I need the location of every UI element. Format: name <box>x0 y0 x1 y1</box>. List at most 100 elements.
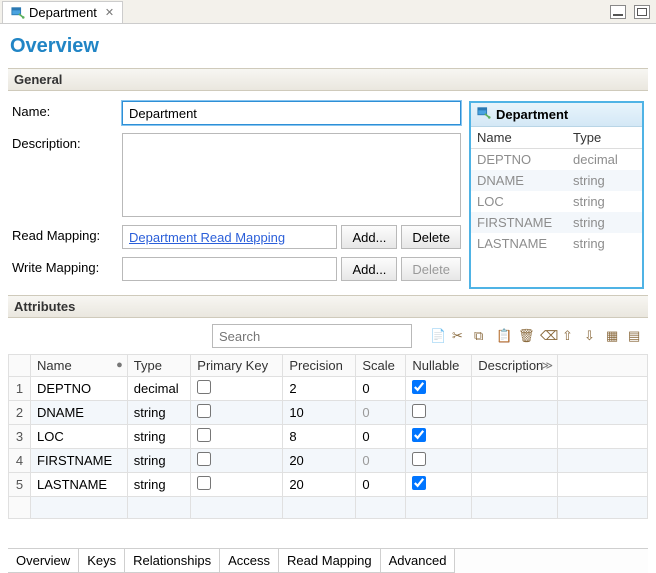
col-name[interactable]: Name● <box>31 355 128 377</box>
cell-name[interactable]: LOC <box>31 425 128 449</box>
side-cell-name: FIRSTNAME <box>471 212 567 233</box>
write-mapping-add-button[interactable]: Add... <box>341 257 397 281</box>
cut-icon[interactable]: ✂ <box>452 328 468 344</box>
cell-description[interactable] <box>472 473 558 497</box>
read-mapping-field[interactable]: Department Read Mapping <box>122 225 337 249</box>
col-primary-key[interactable]: Primary Key <box>191 355 283 377</box>
cell-pk[interactable] <box>191 401 283 425</box>
bottom-tab-overview[interactable]: Overview <box>8 549 79 573</box>
col-description[interactable]: Description ≫ <box>472 355 558 377</box>
read-mapping-add-button[interactable]: Add... <box>341 225 397 249</box>
bottom-tab-access[interactable]: Access <box>219 549 279 573</box>
paste-icon[interactable]: 📋 <box>496 328 512 344</box>
cell-type[interactable]: string <box>127 401 190 425</box>
cell-precision[interactable]: 20 <box>283 473 356 497</box>
cell-nullable[interactable] <box>406 449 472 473</box>
move-up-icon[interactable]: ⇧ <box>562 328 578 344</box>
col-type[interactable]: Type <box>127 355 190 377</box>
bottom-tab-keys[interactable]: Keys <box>78 549 125 573</box>
pk-checkbox[interactable] <box>197 452 211 466</box>
cell-name[interactable]: LASTNAME <box>31 473 128 497</box>
cell-precision[interactable]: 10 <box>283 401 356 425</box>
cell-name[interactable]: FIRSTNAME <box>31 449 128 473</box>
sidepanel-row[interactable]: DNAMEstring <box>471 170 642 191</box>
cell-type[interactable]: string <box>127 449 190 473</box>
pk-checkbox[interactable] <box>197 476 211 490</box>
bottom-tab-advanced[interactable]: Advanced <box>380 549 456 573</box>
cell-nullable[interactable] <box>406 425 472 449</box>
sidepanel-column-headers: Name Type <box>471 127 642 149</box>
pk-checkbox[interactable] <box>197 404 211 418</box>
read-mapping-delete-button[interactable]: Delete <box>401 225 461 249</box>
cell-scale[interactable]: 0 <box>356 425 406 449</box>
sidepanel-row[interactable]: FIRSTNAMEstring <box>471 212 642 233</box>
table-row-empty[interactable] <box>9 497 648 519</box>
cell-scale[interactable]: 0 <box>356 377 406 401</box>
cell-description[interactable] <box>472 401 558 425</box>
cell-type[interactable]: string <box>127 473 190 497</box>
cell-pk[interactable] <box>191 425 283 449</box>
table-row[interactable]: 3LOCstring80 <box>9 425 648 449</box>
delete-icon[interactable]: 🗑 <box>518 328 534 344</box>
cell-name[interactable]: DNAME <box>31 401 128 425</box>
col-nullable[interactable]: Nullable <box>406 355 472 377</box>
table-row[interactable]: 5LASTNAMEstring200 <box>9 473 648 497</box>
side-col-type[interactable]: Type <box>567 127 642 148</box>
table-row[interactable]: 1DEPTNOdecimal20 <box>9 377 648 401</box>
new-icon[interactable]: 📄 <box>430 328 446 344</box>
move-down-icon[interactable]: ⇩ <box>584 328 600 344</box>
nullable-checkbox[interactable] <box>412 404 426 418</box>
nullable-checkbox[interactable] <box>412 428 426 442</box>
copy-icon[interactable]: ⧉ <box>474 328 490 344</box>
col-precision[interactable]: Precision <box>283 355 356 377</box>
side-col-name[interactable]: Name <box>471 127 567 148</box>
cell-scale[interactable]: 0 <box>356 473 406 497</box>
more-columns-icon[interactable]: ≫ <box>541 359 553 372</box>
attributes-table[interactable]: Name● Type Primary Key Precision Scale N… <box>8 354 648 519</box>
cell-nullable[interactable] <box>406 377 472 401</box>
description-label: Description: <box>12 133 122 151</box>
cell-scale[interactable]: 0 <box>356 401 406 425</box>
name-input[interactable] <box>122 101 461 125</box>
close-icon[interactable]: ✕ <box>105 6 114 19</box>
col-scale[interactable]: Scale <box>356 355 406 377</box>
editor-tab-department[interactable]: Department ✕ <box>2 1 123 23</box>
cell-description[interactable] <box>472 449 558 473</box>
cell-pk[interactable] <box>191 473 283 497</box>
cell-description[interactable] <box>472 425 558 449</box>
grid-view2-icon[interactable]: ▤ <box>628 328 644 344</box>
grid-view1-icon[interactable]: ▦ <box>606 328 622 344</box>
table-row[interactable]: 2DNAMEstring100 <box>9 401 648 425</box>
cell-type[interactable]: decimal <box>127 377 190 401</box>
sidepanel-row[interactable]: LOCstring <box>471 191 642 212</box>
sidepanel-row[interactable]: LASTNAMEstring <box>471 233 642 254</box>
cell-precision[interactable]: 2 <box>283 377 356 401</box>
pk-checkbox[interactable] <box>197 380 211 394</box>
cell-type[interactable]: string <box>127 425 190 449</box>
nullable-checkbox[interactable] <box>412 452 426 466</box>
side-cell-type: string <box>567 212 611 233</box>
description-input[interactable] <box>122 133 461 217</box>
cell-pk[interactable] <box>191 377 283 401</box>
cell-precision[interactable]: 20 <box>283 449 356 473</box>
pk-checkbox[interactable] <box>197 428 211 442</box>
cell-precision[interactable]: 8 <box>283 425 356 449</box>
bottom-tab-relationships[interactable]: Relationships <box>124 549 220 573</box>
clear-icon[interactable]: ⌫ <box>540 328 556 344</box>
nullable-checkbox[interactable] <box>412 380 426 394</box>
nullable-checkbox[interactable] <box>412 476 426 490</box>
sidepanel-row[interactable]: DEPTNOdecimal <box>471 149 642 170</box>
cell-description[interactable] <box>472 377 558 401</box>
minimize-button[interactable] <box>610 5 626 19</box>
cell-nullable[interactable] <box>406 401 472 425</box>
table-row[interactable]: 4FIRSTNAMEstring200 <box>9 449 648 473</box>
bottom-tab-read-mapping[interactable]: Read Mapping <box>278 549 381 573</box>
cell-pk[interactable] <box>191 449 283 473</box>
write-mapping-field[interactable] <box>122 257 337 281</box>
cell-name[interactable]: DEPTNO <box>31 377 128 401</box>
maximize-button[interactable] <box>634 5 650 19</box>
attributes-search-input[interactable] <box>212 324 412 348</box>
cell-scale[interactable]: 0 <box>356 449 406 473</box>
read-mapping-link[interactable]: Department Read Mapping <box>129 230 285 245</box>
cell-nullable[interactable] <box>406 473 472 497</box>
